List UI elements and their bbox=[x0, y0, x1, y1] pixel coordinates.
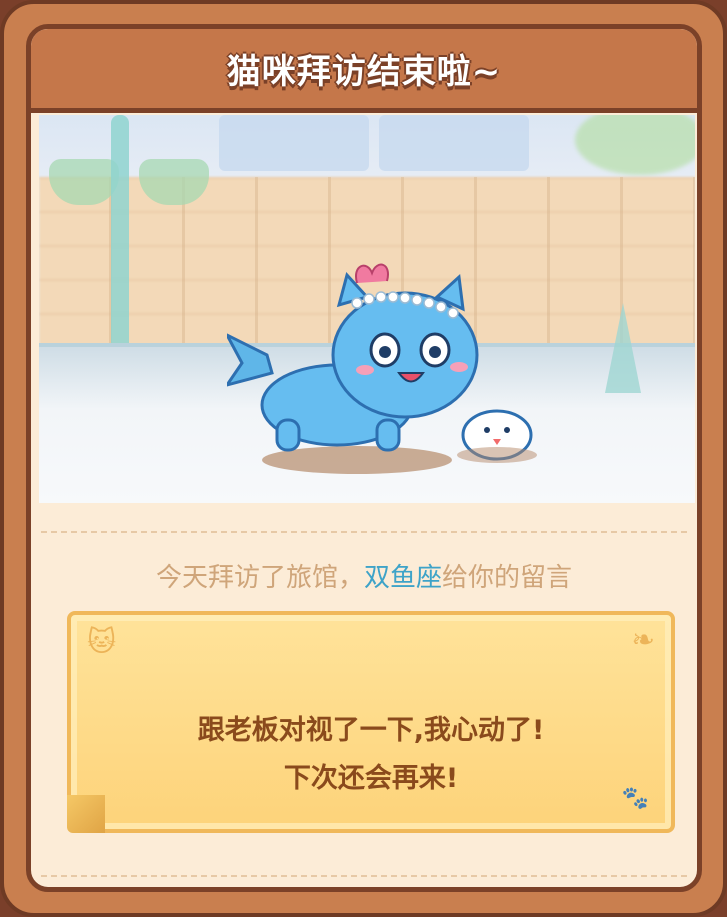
scene-window bbox=[379, 115, 529, 171]
cat-leg bbox=[275, 418, 301, 452]
note-folded-corner bbox=[67, 795, 105, 833]
pisces-cat-character bbox=[227, 263, 537, 474]
visitor-name: 双鱼座 bbox=[363, 563, 442, 593]
note-line-2: 下次还会再来! bbox=[283, 763, 459, 794]
message-note: 🐱 ❧ 🐾 跟老板对视了一下,我心动了! 下次还会再来! bbox=[67, 611, 675, 833]
visit-message: 今天拜访了旅馆，双鱼座给你的留言 bbox=[31, 557, 697, 594]
cat-blush bbox=[450, 362, 468, 372]
note-text: 跟老板对视了一下,我心动了! 下次还会再来! bbox=[71, 707, 671, 803]
popup-title: 猫咪拜访结束啦~ bbox=[226, 52, 502, 92]
scene-lamp-post bbox=[111, 115, 129, 365]
cat-doodle-icon: 🐱 bbox=[87, 625, 117, 658]
bottom-divider bbox=[41, 875, 687, 877]
note-line-1: 跟老板对视了一下,我心动了! bbox=[197, 715, 545, 746]
visit-message-prefix: 今天拜访了旅馆， bbox=[155, 563, 364, 593]
popup-frame: 猫咪拜访结束啦~ 今天拜访了旅馆，双鱼座给你的留言 🐱 ❧ 🐾 跟老板对视了一下… bbox=[0, 0, 727, 917]
section-divider bbox=[41, 531, 687, 533]
visit-message-suffix: 给你的留言 bbox=[442, 563, 573, 593]
visit-scene bbox=[39, 115, 695, 503]
scene-window bbox=[219, 115, 369, 171]
scene-bollard bbox=[605, 303, 641, 393]
coral-crown bbox=[355, 263, 389, 284]
title-bar: 猫咪拜访结束啦~ bbox=[31, 29, 697, 113]
popup-panel: 猫咪拜访结束啦~ 今天拜访了旅馆，双鱼座给你的留言 🐱 ❧ 🐾 跟老板对视了一下… bbox=[26, 24, 702, 892]
cat-leg bbox=[375, 418, 401, 452]
cat-blush bbox=[356, 365, 374, 375]
fish-tail bbox=[227, 333, 274, 387]
leaf-doodle-icon: ❧ bbox=[631, 623, 655, 656]
